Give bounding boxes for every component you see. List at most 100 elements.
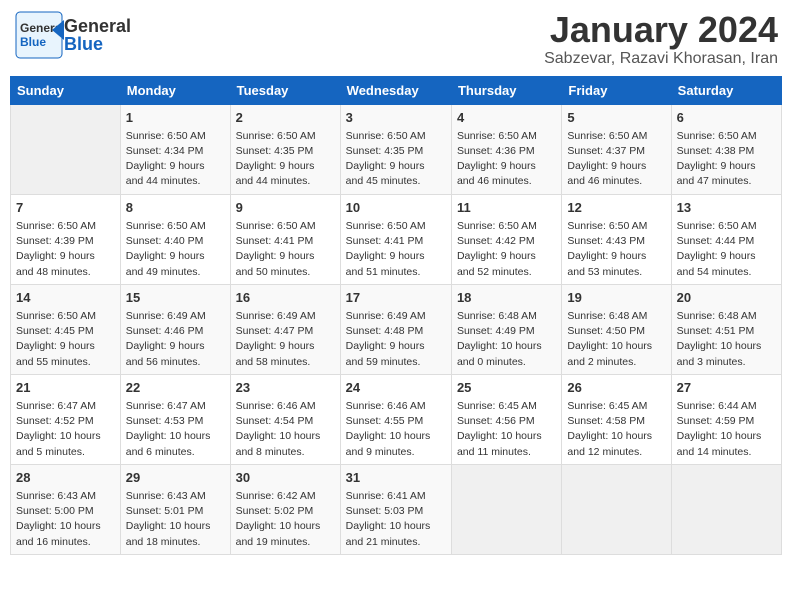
calendar-week-4: 21 Sunrise: 6:47 AMSunset: 4:52 PMDayligh… [11,374,782,464]
day-info: Sunrise: 6:50 AMSunset: 4:44 PMDaylight:… [677,219,776,280]
calendar-week-3: 14 Sunrise: 6:50 AMSunset: 4:45 PMDayligh… [11,284,782,374]
calendar-cell: 2 Sunrise: 6:50 AMSunset: 4:35 PMDaylight… [230,104,340,194]
day-number: 11 [457,199,556,217]
day-info: Sunrise: 6:47 AMSunset: 4:52 PMDaylight:… [16,399,115,460]
day-info: Sunrise: 6:50 AMSunset: 4:45 PMDaylight:… [16,309,115,370]
calendar-cell: 24Sunrise: 6:46 AMSunset: 4:55 PMDayligh… [340,374,451,464]
calendar-cell: 16 Sunrise: 6:49 AMSunset: 4:47 PMDayligh… [230,284,340,374]
day-number: 8 [126,199,225,217]
calendar-cell: 13Sunrise: 6:50 AMSunset: 4:44 PMDayligh… [671,194,781,284]
calendar-cell: 10Sunrise: 6:50 AMSunset: 4:41 PMDayligh… [340,194,451,284]
day-number: 31 [346,469,446,487]
logo-icon: General Blue [14,10,64,60]
weekday-header-row: SundayMondayTuesdayWednesdayThursdayFrid… [11,76,782,104]
day-info: Sunrise: 6:48 AMSunset: 4:49 PMDaylight:… [457,309,556,370]
day-info: Sunrise: 6:41 AMSunset: 5:03 PMDaylight:… [346,489,446,550]
day-info: Sunrise: 6:50 AMSunset: 4:38 PMDaylight:… [677,129,776,190]
weekday-header-sunday: Sunday [11,76,121,104]
calendar-header: SundayMondayTuesdayWednesdayThursdayFrid… [11,76,782,104]
calendar-cell: 19Sunrise: 6:48 AMSunset: 4:50 PMDayligh… [562,284,671,374]
day-info: Sunrise: 6:50 AMSunset: 4:37 PMDaylight:… [567,129,665,190]
day-number: 4 [457,109,556,127]
calendar-cell: 20 Sunrise: 6:48 AMSunset: 4:51 PMDayligh… [671,284,781,374]
calendar-cell: 22 Sunrise: 6:47 AMSunset: 4:53 PMDayligh… [120,374,230,464]
day-info: Sunrise: 6:45 AMSunset: 4:58 PMDaylight:… [567,399,665,460]
title-block: January 2024 Sabzevar, Razavi Khorasan, … [544,10,778,68]
calendar-week-5: 28Sunrise: 6:43 AMSunset: 5:00 PMDayligh… [11,464,782,554]
day-number: 3 [346,109,446,127]
calendar-cell [451,464,561,554]
day-number: 5 [567,109,665,127]
day-number: 21 [16,379,115,397]
day-info: Sunrise: 6:44 AMSunset: 4:59 PMDaylight:… [677,399,776,460]
day-number: 29 [126,469,225,487]
logo-blue-text: Blue [64,35,131,53]
day-info: Sunrise: 6:43 AMSunset: 5:01 PMDaylight:… [126,489,225,550]
day-number: 22 [126,379,225,397]
calendar-cell: 8 Sunrise: 6:50 AMSunset: 4:40 PMDaylight… [120,194,230,284]
day-number: 12 [567,199,665,217]
page-title: January 2024 [544,10,778,50]
calendar-table: SundayMondayTuesdayWednesdayThursdayFrid… [10,76,782,555]
day-number: 20 [677,289,776,307]
svg-text:Blue: Blue [20,35,46,49]
day-number: 18 [457,289,556,307]
day-info: Sunrise: 6:49 AMSunset: 4:47 PMDaylight:… [236,309,335,370]
weekday-header-friday: Friday [562,76,671,104]
calendar-cell: 1Sunrise: 6:50 AMSunset: 4:34 PMDaylight… [120,104,230,194]
day-number: 14 [16,289,115,307]
calendar-cell: 11 Sunrise: 6:50 AMSunset: 4:42 PMDayligh… [451,194,561,284]
calendar-cell: 25 Sunrise: 6:45 AMSunset: 4:56 PMDayligh… [451,374,561,464]
calendar-cell: 23Sunrise: 6:46 AMSunset: 4:54 PMDayligh… [230,374,340,464]
day-info: Sunrise: 6:50 AMSunset: 4:39 PMDaylight:… [16,219,115,280]
page-header: General Blue General Blue January 2024 S… [10,10,782,68]
weekday-header-saturday: Saturday [671,76,781,104]
day-number: 19 [567,289,665,307]
calendar-cell: 18 Sunrise: 6:48 AMSunset: 4:49 PMDayligh… [451,284,561,374]
day-info: Sunrise: 6:50 AMSunset: 4:34 PMDaylight:… [126,129,225,190]
calendar-week-2: 7Sunrise: 6:50 AMSunset: 4:39 PMDaylight… [11,194,782,284]
page-subtitle: Sabzevar, Razavi Khorasan, Iran [544,50,778,68]
day-number: 9 [236,199,335,217]
logo-text: General Blue [64,17,131,53]
calendar-cell: 7Sunrise: 6:50 AMSunset: 4:39 PMDaylight… [11,194,121,284]
day-number: 15 [126,289,225,307]
calendar-cell: 9Sunrise: 6:50 AMSunset: 4:41 PMDaylight… [230,194,340,284]
day-number: 27 [677,379,776,397]
day-info: Sunrise: 6:48 AMSunset: 4:51 PMDaylight:… [677,309,776,370]
logo-general-text: General [64,17,131,35]
calendar-cell: 27 Sunrise: 6:44 AMSunset: 4:59 PMDayligh… [671,374,781,464]
day-info: Sunrise: 6:50 AMSunset: 4:35 PMDaylight:… [346,129,446,190]
day-info: Sunrise: 6:46 AMSunset: 4:54 PMDaylight:… [236,399,335,460]
calendar-cell [562,464,671,554]
day-number: 6 [677,109,776,127]
calendar-cell [671,464,781,554]
day-number: 17 [346,289,446,307]
calendar-cell: 14 Sunrise: 6:50 AMSunset: 4:45 PMDayligh… [11,284,121,374]
day-info: Sunrise: 6:50 AMSunset: 4:35 PMDaylight:… [236,129,335,190]
day-number: 10 [346,199,446,217]
calendar-cell: 17 Sunrise: 6:49 AMSunset: 4:48 PMDayligh… [340,284,451,374]
day-info: Sunrise: 6:50 AMSunset: 4:43 PMDaylight:… [567,219,665,280]
calendar-cell: 3 Sunrise: 6:50 AMSunset: 4:35 PMDaylight… [340,104,451,194]
day-number: 16 [236,289,335,307]
logo: General Blue General Blue [14,10,131,60]
day-info: Sunrise: 6:47 AMSunset: 4:53 PMDaylight:… [126,399,225,460]
day-info: Sunrise: 6:45 AMSunset: 4:56 PMDaylight:… [457,399,556,460]
calendar-cell: 5 Sunrise: 6:50 AMSunset: 4:37 PMDaylight… [562,104,671,194]
day-number: 28 [16,469,115,487]
day-number: 25 [457,379,556,397]
calendar-cell: 31 Sunrise: 6:41 AMSunset: 5:03 PMDayligh… [340,464,451,554]
day-number: 26 [567,379,665,397]
calendar-cell: 15Sunrise: 6:49 AMSunset: 4:46 PMDayligh… [120,284,230,374]
day-info: Sunrise: 6:42 AMSunset: 5:02 PMDaylight:… [236,489,335,550]
day-number: 2 [236,109,335,127]
day-info: Sunrise: 6:49 AMSunset: 4:48 PMDaylight:… [346,309,446,370]
calendar-week-1: 1Sunrise: 6:50 AMSunset: 4:34 PMDaylight… [11,104,782,194]
day-info: Sunrise: 6:50 AMSunset: 4:36 PMDaylight:… [457,129,556,190]
day-info: Sunrise: 6:50 AMSunset: 4:42 PMDaylight:… [457,219,556,280]
calendar-cell: 4 Sunrise: 6:50 AMSunset: 4:36 PMDaylight… [451,104,561,194]
day-info: Sunrise: 6:50 AMSunset: 4:40 PMDaylight:… [126,219,225,280]
calendar-cell: 6 Sunrise: 6:50 AMSunset: 4:38 PMDaylight… [671,104,781,194]
day-info: Sunrise: 6:46 AMSunset: 4:55 PMDaylight:… [346,399,446,460]
